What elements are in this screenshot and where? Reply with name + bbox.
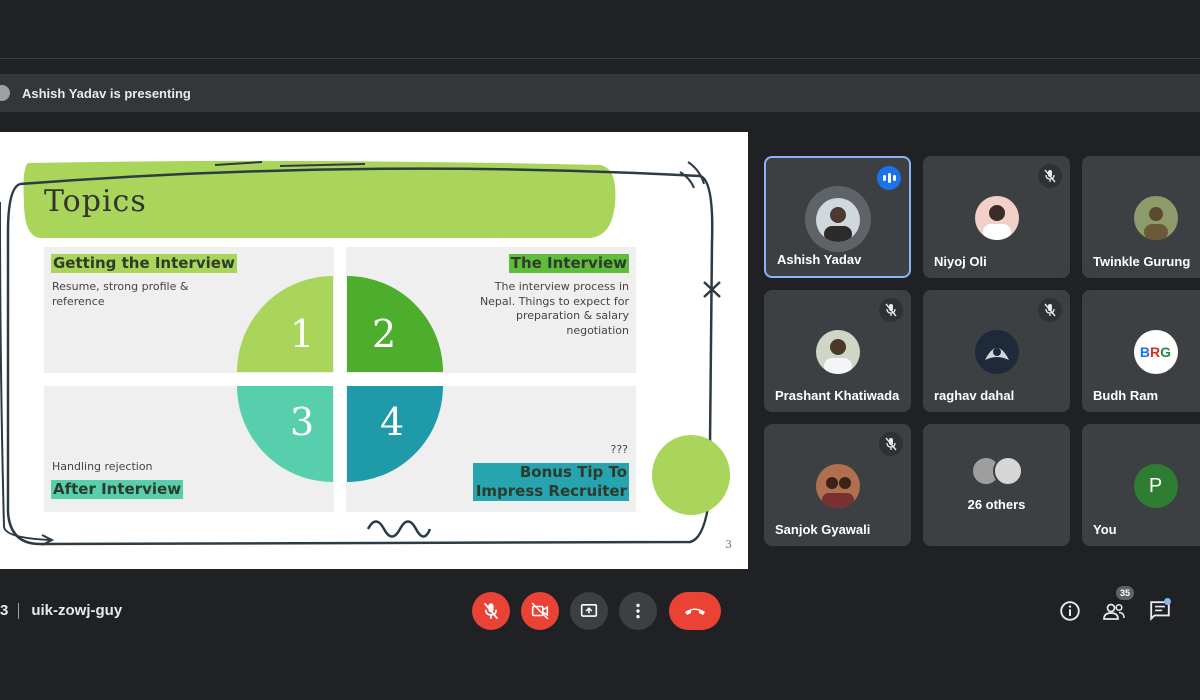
desc-bonus-tip: ???: [610, 443, 628, 456]
participant-tile-raghav-dahal[interactable]: raghav dahal: [923, 290, 1070, 412]
chat-unread-dot: [1164, 598, 1171, 605]
mic-off-icon: [879, 432, 903, 456]
avatar: [1133, 196, 1178, 240]
end-call-icon: [685, 608, 705, 615]
present-icon: [580, 604, 598, 617]
participant-tile-ashish-yadav[interactable]: Ashish Yadav: [764, 156, 911, 278]
present-screen-button[interactable]: [570, 592, 608, 630]
presenting-text: Ashish Yadav is presenting: [22, 85, 191, 101]
participant-name: Niyoj Oli: [934, 254, 987, 269]
number-2: 2: [372, 312, 397, 356]
time-fragment: 3: [0, 602, 9, 619]
people-button[interactable]: [1101, 598, 1127, 624]
divider: [18, 602, 20, 619]
mic-off-icon: [879, 298, 903, 322]
avatar: [815, 198, 860, 242]
avatar: BRG: [1133, 330, 1178, 374]
avatar: [974, 196, 1019, 240]
number-3: 3: [290, 400, 315, 444]
mic-off-icon: [483, 602, 499, 620]
presenting-bar: Ashish Yadav is presenting: [0, 74, 1200, 112]
others-avatar-2: [993, 456, 1023, 486]
mic-toggle-button[interactable]: [472, 592, 510, 630]
participant-name: Sanjok Gyawali: [775, 522, 871, 537]
info-icon: [1060, 601, 1080, 621]
participant-tile-you[interactable]: P You: [1082, 424, 1200, 546]
presenter-avatar: [0, 85, 10, 101]
participant-name: Prashant Khatiwada: [775, 388, 900, 403]
more-options-button[interactable]: [619, 592, 657, 630]
avatar: [974, 330, 1019, 374]
participant-tile-prashant-khatiwada[interactable]: Prashant Khatiwada: [764, 290, 911, 412]
participant-name: Twinkle Gurung: [1093, 254, 1191, 269]
heading-getting-interview: Getting the Interview: [51, 254, 237, 273]
meeting-details: 3 uik-zowj-guy: [0, 602, 122, 619]
slide-page-number: 3: [725, 538, 732, 551]
participant-tile-sanjok-gyawali[interactable]: Sanjok Gyawali: [764, 424, 911, 546]
desc-after-interview: Handling rejection: [52, 460, 153, 473]
participant-name: You: [1093, 522, 1117, 537]
mic-off-icon: [1038, 298, 1062, 322]
others-count: 26 others: [967, 497, 1026, 512]
avatar: [815, 330, 860, 374]
mic-off-icon: [1038, 164, 1062, 188]
heading-bonus-tip: Bonus Tip To Impress Recruiter: [473, 463, 629, 501]
participant-tile-others[interactable]: 26 others: [923, 424, 1070, 546]
participant-tile-budh-ram[interactable]: BRG Budh Ram: [1082, 290, 1200, 412]
heading-after-interview: After Interview: [51, 480, 184, 499]
people-icon: [1103, 603, 1125, 620]
presentation-slide: Topics 1 2 3 4 Getting the Interview Res…: [0, 132, 748, 569]
speaking-indicator-icon: [877, 166, 901, 190]
camera-toggle-button[interactable]: [521, 592, 559, 630]
meeting-details-button[interactable]: [1057, 598, 1083, 624]
participant-tile-twinkle-gurung[interactable]: Twinkle Gurung: [1082, 156, 1200, 278]
participant-name: raghav dahal: [934, 388, 1015, 403]
desc-the-interview: The interview process in Nepal. Things t…: [479, 280, 629, 337]
people-count-badge: 35: [1116, 586, 1134, 600]
leave-call-button[interactable]: [669, 592, 721, 630]
more-icon: [636, 603, 640, 619]
meeting-code: uik-zowj-guy: [31, 602, 123, 619]
camera-off-icon: [531, 602, 549, 620]
participant-name: Ashish Yadav: [777, 252, 862, 267]
avatar: P: [1133, 464, 1178, 508]
avatar: [815, 464, 860, 508]
desc-getting-interview: Resume, strong profile & reference: [52, 280, 189, 308]
participant-tile-niyoj-oli[interactable]: Niyoj Oli: [923, 156, 1070, 278]
heading-the-interview: The Interview: [508, 254, 629, 273]
number-4: 4: [380, 400, 405, 444]
top-divider: [0, 58, 1200, 59]
quarter-3: [237, 386, 333, 482]
participant-name: Budh Ram: [1093, 388, 1158, 403]
number-1: 1: [290, 312, 315, 356]
quarter-1: [237, 276, 333, 372]
